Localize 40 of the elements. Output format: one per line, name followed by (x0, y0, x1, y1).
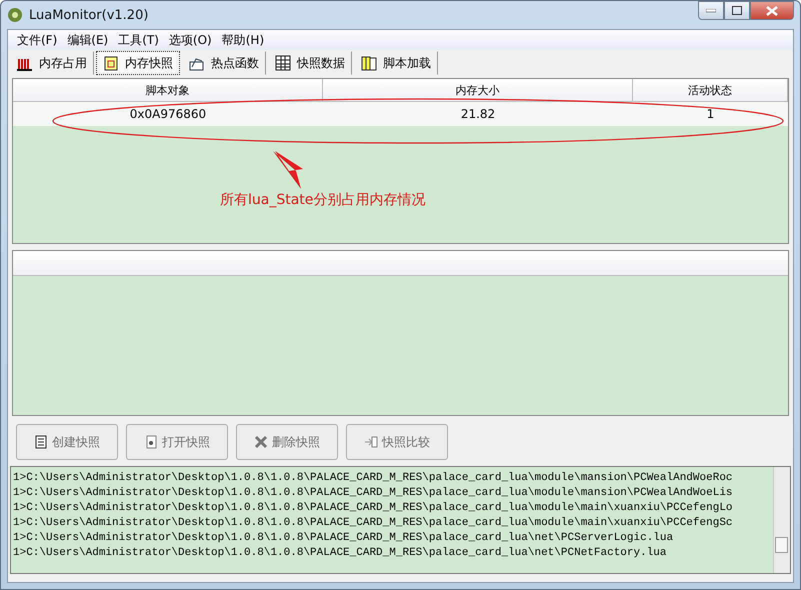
toolbar-tab[interactable]: 内存快照 (96, 51, 180, 75)
table-cell-text: 0x0A976860 (128, 106, 208, 123)
menu-item[interactable]: 工具(T) (113, 32, 164, 48)
toolbar-tab[interactable]: 内存占用 (10, 51, 94, 75)
menu-item[interactable]: 帮助(H) (216, 32, 270, 48)
document-icon (34, 435, 48, 449)
close-icon (766, 6, 778, 16)
scrollbar[interactable] (773, 467, 790, 573)
cross-icon (254, 435, 268, 449)
app-logo-icon (7, 7, 23, 23)
toolbar-tab[interactable]: 快照数据 (268, 51, 352, 75)
menu-item[interactable]: 编辑(E) (62, 32, 114, 48)
log-line: 1>C:\Users\Administrator\Desktop\1.0.8\1.0.8\PALACE_CARD_M_RES\palace_card_lua\module\main\xuanxiu\PCCefengSc (13, 516, 734, 531)
maximize-button[interactable] (724, 1, 750, 20)
maximize-icon (732, 6, 742, 15)
minimize-icon (706, 8, 716, 12)
column-header[interactable]: 活动状态 (633, 79, 788, 101)
column-header[interactable]: 内存大小 (323, 79, 633, 101)
menu-item[interactable]: 选项(O) (164, 32, 217, 48)
table-cell-text: 21.82 (460, 106, 496, 123)
menu-item[interactable]: 文件(F) (12, 32, 62, 48)
column-header[interactable]: 脚本对象 (13, 79, 323, 101)
log-line: 1>C:\Users\Administrator\Desktop\1.0.8\1.0.8\PALACE_CARD_M_RES\palace_card_lua\module\main\xuanxiu\PCCefengLo (13, 501, 734, 516)
table-cell-text: 1 (706, 106, 716, 123)
toolbar-tab[interactable]: 脚本加载 (354, 51, 438, 75)
log-line: 1>C:\Users\Administrator\Desktop\1.0.8\1.0.8\PALACE_CARD_M_RES\palace_card_lua\net\PCNetFactory.lua (13, 546, 668, 561)
toolbar-tab[interactable]: 热点函数 (182, 51, 266, 75)
window-title: LuaMonitor(v1.20) (29, 8, 148, 22)
log-line: 1>C:\Users\Administrator\Desktop\1.0.8\1.0.8\PALACE_CARD_M_RES\palace_card_lua\module\mansion\PCWealAndWoeLis (13, 486, 734, 501)
log-line: 1>C:\Users\Administrator\Desktop\1.0.8\1.0.8\PALACE_CARD_M_RES\palace_card_lua\module\mansion\PCWealAndWoeRoc (13, 471, 734, 486)
annotation-text: 所有lua_State分别占用内存情况 (220, 191, 426, 209)
book-icon (361, 55, 377, 71)
log-line: 1>C:\Users\Administrator\Desktop\1.0.8\1.0.8\PALACE_CARD_M_RES\palace_card_lua\net\PCServerLogic.lua (13, 531, 674, 546)
close-button[interactable] (750, 1, 794, 20)
scroll-thumb[interactable] (775, 537, 788, 553)
arrow-document-icon (364, 435, 378, 449)
annotation-arrow (273, 151, 303, 189)
minimize-button[interactable] (698, 1, 724, 20)
file-icon (144, 435, 158, 449)
table-icon (275, 55, 291, 71)
